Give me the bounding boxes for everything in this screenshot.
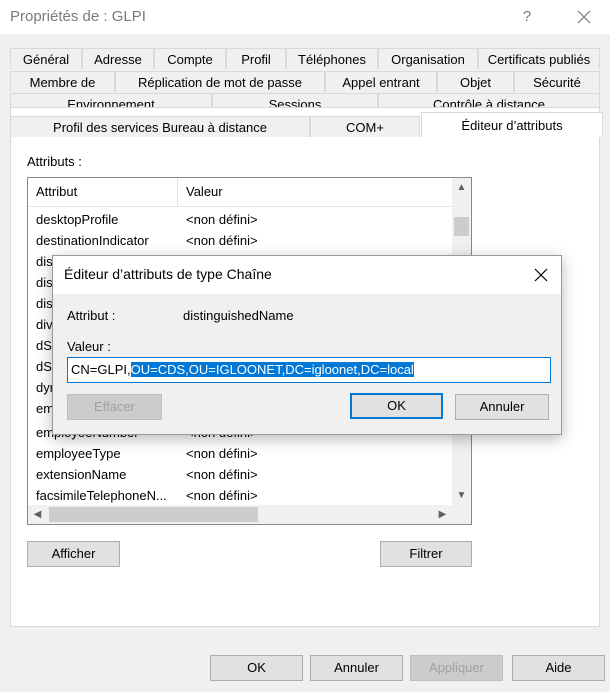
dialog-ok-button[interactable]: OK bbox=[350, 393, 443, 419]
attribute-value: <non défini> bbox=[186, 233, 258, 248]
help-button[interactable]: Aide bbox=[512, 655, 605, 681]
horizontal-scrollbar[interactable]: ◀ ▶ bbox=[28, 505, 471, 524]
scroll-left-icon[interactable]: ◀ bbox=[28, 505, 47, 524]
scroll-up-icon[interactable]: ▲ bbox=[452, 178, 471, 197]
tab-securite[interactable]: Sécurité bbox=[514, 71, 600, 92]
tab-profil-services-bureau[interactable]: Profil des services Bureau à distance bbox=[10, 116, 310, 137]
vertical-scroll-thumb[interactable] bbox=[454, 217, 469, 236]
dialog-cancel-button-label: Annuler bbox=[479, 399, 525, 414]
scroll-down-icon[interactable]: ▼ bbox=[452, 486, 471, 505]
tab-adresse[interactable]: Adresse bbox=[82, 48, 154, 69]
attributes-label: Attributs : bbox=[27, 154, 82, 169]
tab-compte[interactable]: Compte bbox=[154, 48, 226, 69]
column-header-valeur[interactable]: Valeur bbox=[178, 178, 453, 206]
attribute-name: desktopProfile bbox=[36, 212, 119, 227]
scroll-right-icon[interactable]: ▶ bbox=[433, 505, 452, 524]
tab-organisation[interactable]: Organisation bbox=[378, 48, 478, 69]
tab-appel-entrant[interactable]: Appel entrant bbox=[325, 71, 437, 92]
show-button-label: Afficher bbox=[51, 546, 96, 561]
list-header: Attribut Valeur bbox=[28, 178, 453, 207]
attribute-name-value: distinguishedName bbox=[183, 308, 294, 323]
close-window-button[interactable] bbox=[570, 6, 598, 28]
attribute-name: extensionName bbox=[36, 467, 127, 482]
list-row[interactable]: facsimileTelephoneN... <non défini> bbox=[28, 485, 453, 506]
attribute-value: <non défini> bbox=[186, 446, 258, 461]
dialog-titlebar: Éditeur d’attributs de type Chaîne bbox=[53, 256, 561, 294]
tab-telephones[interactable]: Téléphones bbox=[286, 48, 378, 69]
value-text-unselected: CN=GLPI, bbox=[71, 362, 131, 377]
close-icon bbox=[534, 268, 548, 282]
attribute-name: destinationIndicator bbox=[36, 233, 149, 248]
tab-objet[interactable]: Objet bbox=[437, 71, 514, 92]
clear-button-label: Effacer bbox=[94, 399, 135, 414]
filter-button-label: Filtrer bbox=[409, 546, 443, 561]
attribute-value: <non défini> bbox=[186, 212, 258, 227]
attribute-value: <non défini> bbox=[186, 467, 258, 482]
column-header-attribut[interactable]: Attribut bbox=[28, 178, 178, 206]
tab-general[interactable]: Général bbox=[10, 48, 82, 69]
list-row[interactable]: employeeType <non défini> bbox=[28, 443, 453, 464]
help-button-label: Aide bbox=[545, 660, 572, 675]
window-titlebar: Propriétés de : GLPI ? bbox=[0, 0, 610, 34]
dialog-ok-button-label: OK bbox=[387, 398, 406, 413]
tab-membre-de[interactable]: Membre de bbox=[10, 71, 115, 92]
tab-profil[interactable]: Profil bbox=[226, 48, 286, 69]
value-text-selected: OU=CDS,OU=IGLOONET,DC=igloonet,DC=local bbox=[130, 362, 414, 377]
attributes-label-text: Attributs : bbox=[27, 154, 82, 169]
filter-button[interactable]: Filtrer bbox=[380, 541, 472, 567]
horizontal-scroll-thumb[interactable] bbox=[49, 507, 258, 522]
close-icon bbox=[577, 10, 591, 24]
value-label: Valeur : bbox=[67, 339, 111, 354]
tab-com-plus[interactable]: COM+ bbox=[310, 116, 420, 137]
string-attribute-editor-dialog: Éditeur d’attributs de type Chaîne Attri… bbox=[52, 255, 562, 435]
apply-button[interactable]: Appliquer bbox=[410, 655, 503, 681]
cancel-button[interactable]: Annuler bbox=[310, 655, 403, 681]
apply-button-label: Appliquer bbox=[429, 660, 484, 675]
attribute-name: facsimileTelephoneN... bbox=[36, 488, 167, 503]
show-button[interactable]: Afficher bbox=[27, 541, 120, 567]
attribute-name: employeeType bbox=[36, 446, 121, 461]
ok-button-label: OK bbox=[247, 660, 266, 675]
clear-button[interactable]: Effacer bbox=[67, 394, 162, 420]
attribute-label: Attribut : bbox=[67, 308, 116, 323]
list-row[interactable]: destinationIndicator <non défini> bbox=[28, 230, 453, 251]
tab-certificats[interactable]: Certificats publiés bbox=[478, 48, 600, 69]
cancel-button-label: Annuler bbox=[334, 660, 379, 675]
list-row[interactable]: extensionName <non défini> bbox=[28, 464, 453, 485]
tab-replication[interactable]: Réplication de mot de passe bbox=[115, 71, 325, 92]
attribute-value: <non défini> bbox=[186, 488, 258, 503]
ok-button[interactable]: OK bbox=[210, 655, 303, 681]
dialog-title: Éditeur d’attributs de type Chaîne bbox=[64, 266, 272, 282]
window-title: Propriétés de : GLPI bbox=[10, 8, 146, 25]
tab-editeur-attributs[interactable]: Éditeur d’attributs bbox=[421, 112, 603, 137]
list-row[interactable]: desktopProfile <non défini> bbox=[28, 209, 453, 230]
dialog-close-button[interactable] bbox=[527, 264, 555, 286]
value-input[interactable]: CN=GLPI,OU=CDS,OU=IGLOONET,DC=igloonet,D… bbox=[67, 357, 551, 383]
dialog-cancel-button[interactable]: Annuler bbox=[455, 394, 549, 420]
help-title-button[interactable]: ? bbox=[515, 6, 539, 28]
